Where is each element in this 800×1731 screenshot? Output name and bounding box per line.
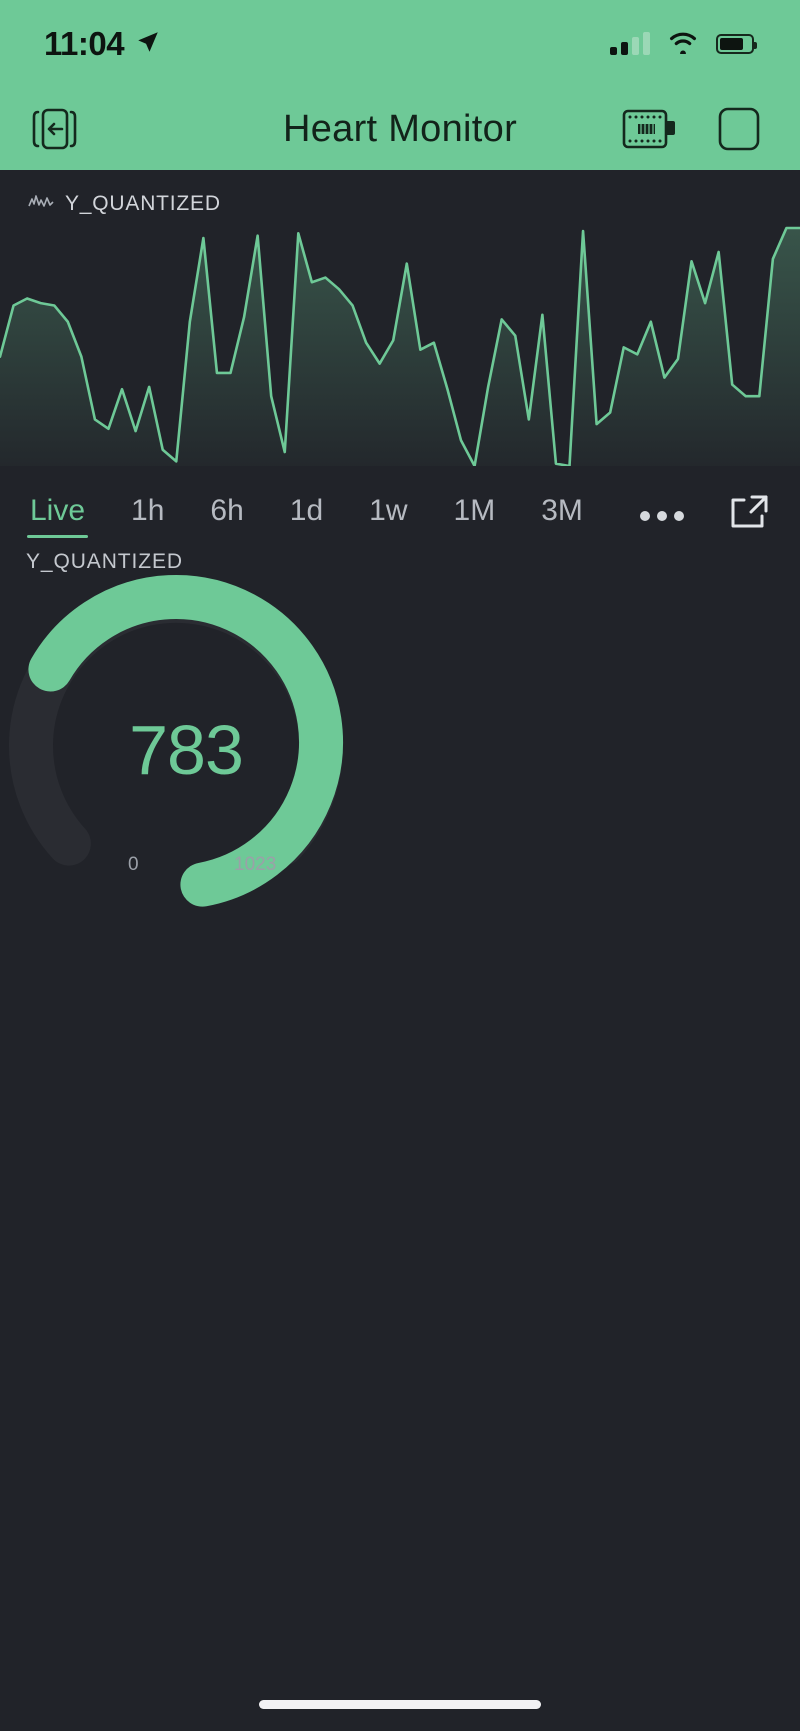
cellular-signal-icon [610, 32, 650, 55]
nav-actions [618, 103, 764, 155]
more-options-icon[interactable] [640, 511, 684, 521]
location-arrow-icon [135, 25, 161, 63]
range-tab-1m[interactable]: 1M [454, 494, 496, 538]
range-tab-3m[interactable]: 3M [541, 494, 583, 538]
status-bar-indicators [610, 30, 757, 59]
circuit-board-icon[interactable] [618, 103, 680, 155]
range-tab-live[interactable]: Live [26, 494, 89, 538]
home-indicator[interactable] [259, 1700, 541, 1709]
status-bar-clock: 11:04 [44, 25, 161, 63]
device-exit-icon[interactable] [24, 100, 82, 158]
sparkline-chart[interactable] [0, 216, 800, 476]
external-link-icon[interactable] [728, 493, 770, 531]
status-bar-time: 11:04 [44, 25, 125, 62]
gauge-min-label: 0 [128, 854, 139, 875]
sparkline-header: Y_QUANTIZED [0, 170, 800, 216]
range-tab-6h[interactable]: 6h [210, 494, 243, 538]
range-tab-1h[interactable]: 1h [131, 494, 164, 538]
gauge-widget[interactable]: 783 0 1023 [9, 575, 396, 907]
battery-icon [716, 34, 757, 54]
rounded-square-icon[interactable] [714, 104, 764, 154]
gauge-max-label: 1023 [234, 854, 277, 875]
sparkline-icon [28, 193, 54, 216]
gauge-value: 783 [129, 711, 244, 789]
nav-bar: Heart Monitor [0, 88, 800, 170]
range-tab-1d[interactable]: 1d [290, 494, 323, 538]
status-bar: 11:04 [0, 0, 800, 88]
range-selector: Live 1h 6h 1d 1w 1M 3M [0, 476, 800, 544]
phone-screen: 11:04 Heart Monitor Y_QUANTIZED Live 1h … [0, 0, 800, 1731]
sparkline-label: Y_QUANTIZED [65, 192, 221, 215]
main-content: Y_QUANTIZED Live 1h 6h 1d 1w 1M 3M Y_QUA… [0, 170, 800, 1731]
range-tab-1w[interactable]: 1w [369, 494, 407, 538]
gauge-label: Y_QUANTIZED [26, 550, 183, 573]
wifi-icon [667, 30, 699, 59]
